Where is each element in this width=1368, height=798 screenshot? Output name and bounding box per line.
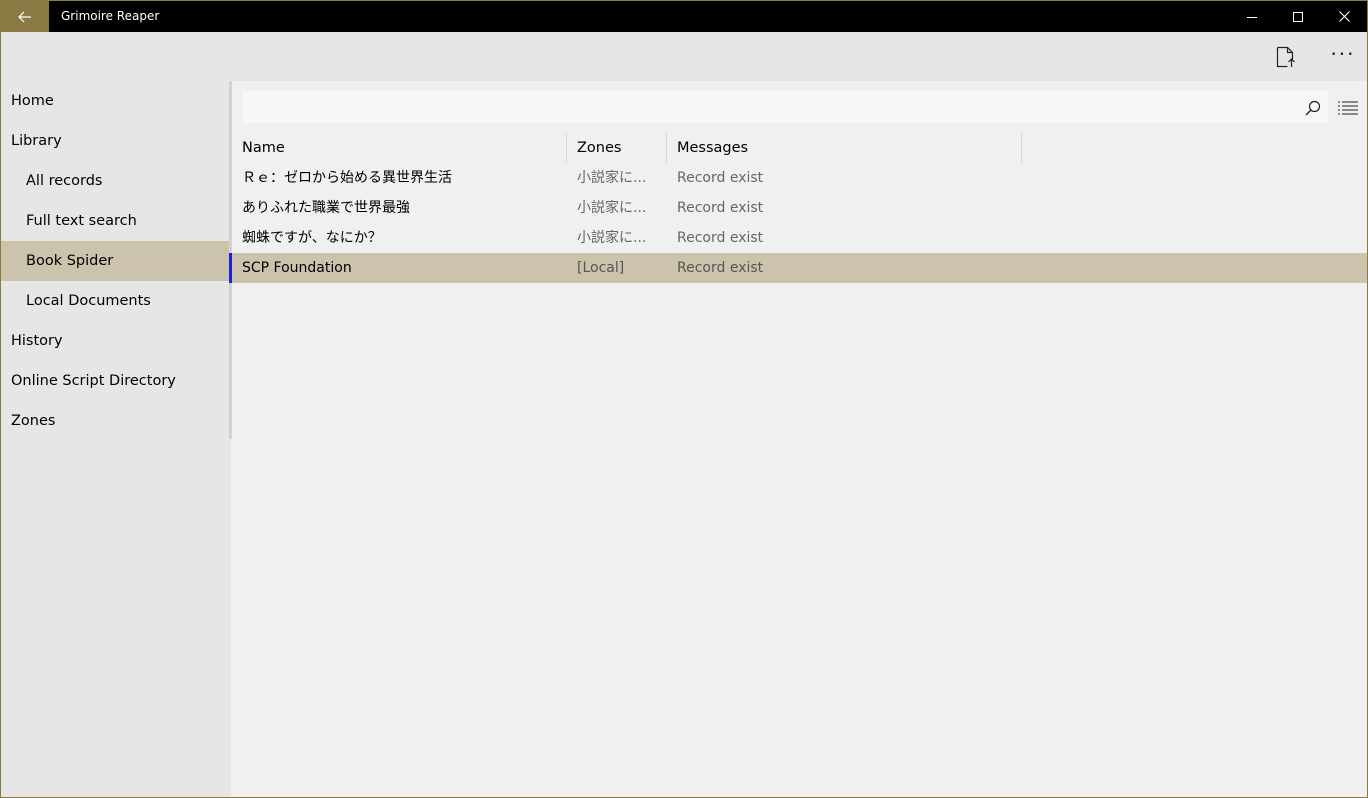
app-title: Grimoire Reaper [61, 9, 160, 23]
sidebar-item-local-documents[interactable]: Local Documents [1, 281, 229, 321]
command-bar: ··· [1, 32, 1367, 81]
row-message: Record exist [677, 170, 764, 186]
table-row[interactable]: Ｒｅ：ゼロから始める異世界生活 小説家に... Record exist [232, 163, 1367, 193]
column-header-name[interactable]: Name [242, 133, 285, 163]
row-message: Record exist [677, 260, 764, 276]
maximize-button[interactable] [1275, 1, 1321, 32]
sidebar-item-label: Full text search [26, 213, 137, 229]
column-divider[interactable] [666, 133, 667, 163]
close-icon [1338, 11, 1350, 22]
minimize-icon [1247, 16, 1257, 18]
sidebar-item-label: All records [26, 173, 103, 189]
more-button[interactable]: ··· [1319, 32, 1367, 81]
sidebar-item-book-spider[interactable]: Book Spider [1, 241, 229, 281]
sidebar-item-home[interactable]: Home [1, 81, 229, 121]
back-button[interactable] [1, 1, 49, 32]
sidebar-item-label: Home [11, 93, 54, 109]
sidebar-item-history[interactable]: History [1, 321, 229, 361]
row-zone: 小説家に... [577, 170, 647, 186]
search-button[interactable] [1302, 97, 1324, 119]
row-message: Record exist [677, 230, 764, 246]
sidebar-item-label: Book Spider [26, 253, 114, 269]
row-message: Record exist [677, 200, 764, 216]
more-dots-icon: ··· [1330, 41, 1356, 66]
column-header-messages[interactable]: Messages [677, 133, 748, 163]
row-zone: 小説家に... [577, 200, 647, 216]
close-button[interactable] [1321, 1, 1367, 32]
main-content: Name Zones Messages Ｒｅ：ゼロから始める異世界生活 小説家に… [232, 81, 1367, 797]
document-upload-icon [1276, 46, 1295, 67]
sidebar-item-full-text-search[interactable]: Full text search [1, 201, 229, 241]
column-header-zones[interactable]: Zones [577, 133, 621, 163]
row-name: Ｒｅ：ゼロから始める異世界生活 [242, 170, 452, 186]
minimize-button[interactable] [1229, 1, 1275, 32]
sidebar-item-label: Local Documents [26, 293, 151, 309]
maximize-icon [1293, 11, 1303, 22]
row-name: 蜘蛛ですが、なにか？ [242, 230, 382, 246]
table-row[interactable]: ありふれた職業で世界最強 小説家に... Record exist [232, 193, 1367, 223]
app-window: Grimoire Reaper ··· Home Library All rec… [0, 0, 1368, 798]
row-zone: [Local] [577, 260, 625, 276]
sidebar-item-all-records[interactable]: All records [1, 161, 229, 201]
row-name: ありふれた職業で世界最強 [242, 200, 410, 216]
view-mode-button[interactable] [1335, 95, 1361, 121]
sidebar-item-zones[interactable]: Zones [1, 401, 229, 441]
sidebar-nav: Home Library All records Full text searc… [1, 81, 232, 797]
search-input[interactable] [242, 91, 1328, 123]
selected-row-indicator [229, 253, 232, 283]
sidebar-item-label: History [11, 333, 63, 349]
table-row-selected[interactable]: SCP Foundation [Local] Record exist [232, 253, 1367, 283]
column-divider[interactable] [566, 133, 567, 163]
column-divider[interactable] [1021, 133, 1022, 163]
title-bar: Grimoire Reaper [1, 1, 1367, 32]
row-zone: 小説家に... [577, 230, 647, 246]
sidebar-item-label: Zones [11, 413, 56, 429]
row-name: SCP Foundation [242, 260, 352, 276]
search-icon [1305, 100, 1321, 116]
sidebar-item-label: Online Script Directory [11, 373, 176, 389]
sidebar-item-library[interactable]: Library [1, 121, 229, 161]
sidebar-item-online-script-directory[interactable]: Online Script Directory [1, 361, 229, 401]
list-view-icon [1338, 101, 1358, 115]
arrow-left-icon [18, 11, 31, 22]
export-button[interactable] [1262, 32, 1310, 81]
sidebar-item-label: Library [11, 133, 62, 149]
table-row[interactable]: 蜘蛛ですが、なにか？ 小説家に... Record exist [232, 223, 1367, 253]
